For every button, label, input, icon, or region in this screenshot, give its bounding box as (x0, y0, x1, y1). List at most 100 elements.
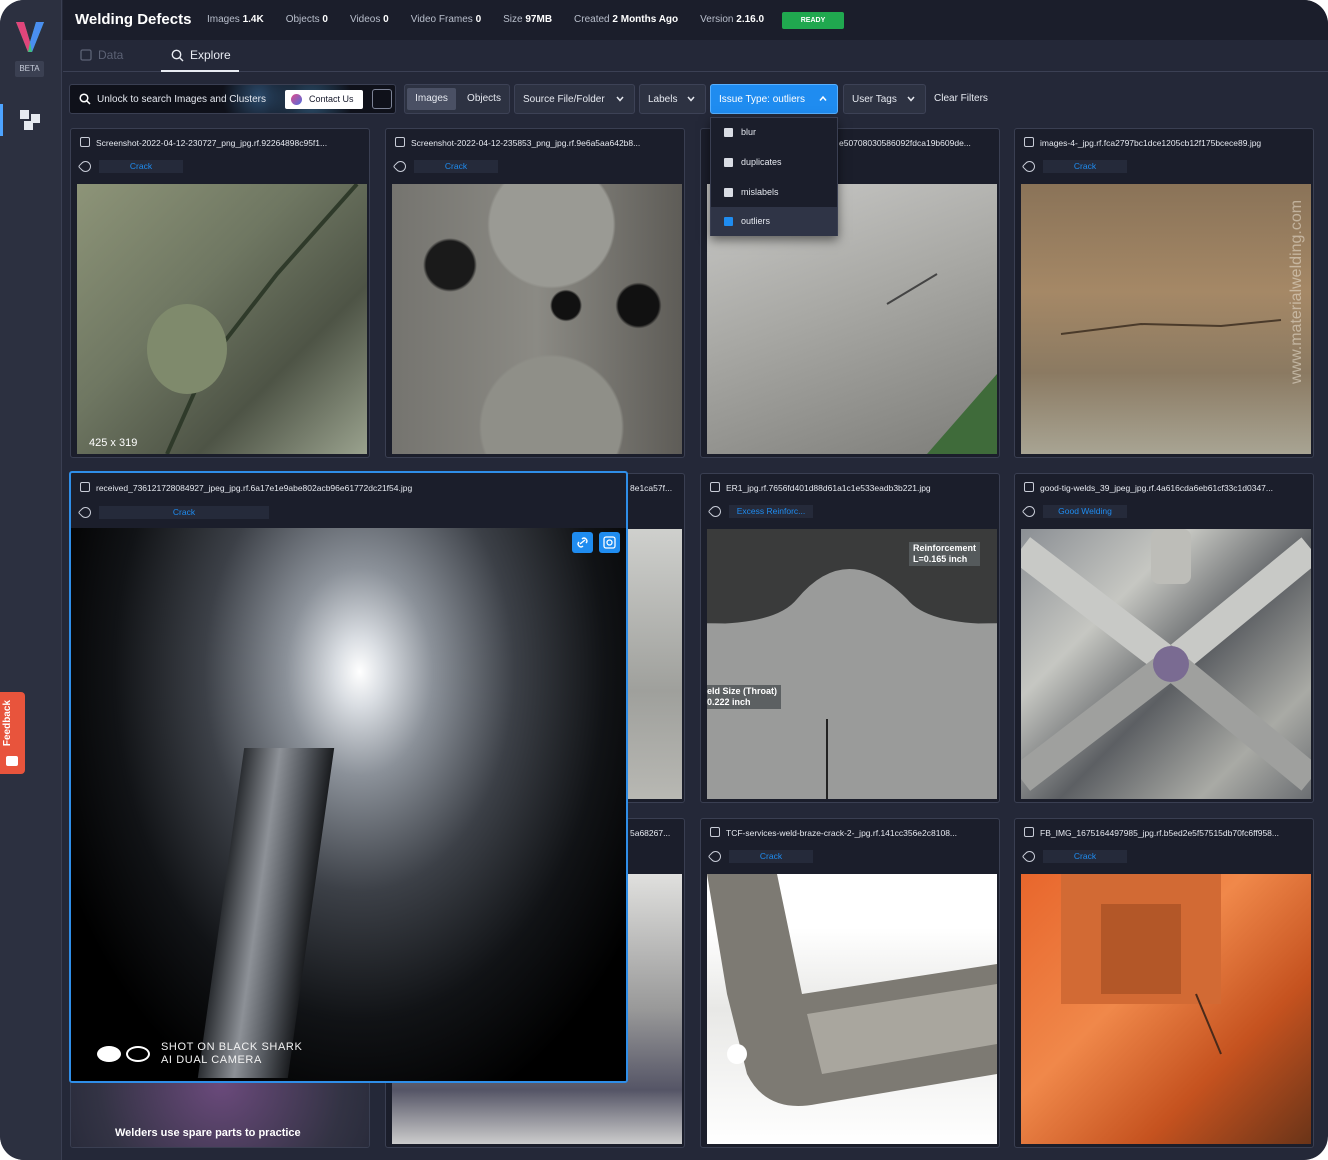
file-name: images-4-_jpg.rf.fca2797bc1dce1205cb12f1… (1040, 138, 1262, 148)
checkbox-checked[interactable] (724, 217, 733, 226)
image-card[interactable]: Screenshot-2022-04-12-230727_png_jpg.rf.… (70, 128, 370, 458)
tab-data[interactable]: Data (80, 48, 123, 62)
image-card[interactable]: FB_IMG_1675164497985_jpg.rf.b5ed2e5f5751… (1014, 818, 1314, 1148)
image-card[interactable]: Screenshot-2022-04-12-235853_png_jpg.rf.… (385, 128, 685, 458)
search-icon (79, 93, 91, 105)
datasets-icon[interactable] (18, 108, 42, 132)
camera-line-1: SHOT ON BLACK SHARK (161, 1041, 303, 1053)
chevron-up-icon (819, 95, 827, 101)
label-badge: Good Welding (1043, 505, 1127, 518)
labels-dropdown[interactable]: Labels (639, 84, 706, 114)
image-thumbnail[interactable] (392, 184, 682, 454)
tag-icon (1021, 158, 1038, 175)
file-name: TCF-services-weld-braze-crack-2-_jpg.rf.… (726, 828, 958, 838)
search-bar[interactable]: Unlock to search Images and Clusters Con… (69, 84, 396, 114)
checkbox[interactable] (724, 128, 733, 137)
image-icon (395, 137, 405, 147)
expanded-image-preview[interactable]: received_736121728084927_jpeg_jpg.rf.6a1… (69, 471, 628, 1083)
tag-icon (1021, 503, 1038, 520)
image-detail (197, 748, 335, 1078)
objects-toggle-button[interactable]: Objects (460, 88, 508, 110)
label-badge: Crack (1043, 850, 1127, 863)
menu-item-label: duplicates (741, 157, 782, 167)
annotation-throat: eld Size (Throat) 0.222 inch (707, 685, 782, 709)
entity-toggle: Images Objects (404, 84, 510, 114)
watermark-text: www.materialwelding.com (1288, 200, 1305, 385)
menu-item-outliers[interactable]: outliers (711, 207, 837, 236)
issue-type-dropdown[interactable]: Issue Type: outliers (710, 84, 838, 114)
source-folder-dropdown[interactable]: Source File/Folder (514, 84, 635, 114)
label-badge: Crack (414, 160, 498, 173)
menu-item-label: blur (741, 127, 757, 137)
dataset-stats: Images 1.4K Objects 0 Videos 0 Video Fra… (207, 14, 764, 25)
stat-created: Created 2 Months Ago (574, 14, 679, 25)
file-name: Screenshot-2022-04-12-235853_png_jpg.rf.… (411, 138, 641, 148)
menu-item-label: mislabels (741, 187, 779, 197)
chevron-down-icon (907, 96, 915, 102)
search-placeholder: Unlock to search Images and Clusters (97, 94, 266, 105)
left-nav-rail: BETA Feedback (0, 0, 62, 1160)
file-name: ER1_jpg.rf.7656fd401d88d61a1c1e533eadb3b… (726, 483, 931, 493)
label-badge: Crack (99, 506, 269, 519)
feedback-button[interactable]: Feedback (0, 692, 25, 774)
image-thumbnail[interactable]: 425 x 319 (77, 182, 367, 455)
tab-underline (161, 70, 239, 72)
camera-line-2: AI DUAL CAMERA (161, 1054, 262, 1066)
link-icon[interactable] (572, 532, 593, 553)
label-badge: Crack (729, 850, 813, 863)
user-tags-dropdown[interactable]: User Tags (843, 84, 926, 114)
image-thumbnail[interactable] (707, 874, 997, 1144)
image-card[interactable]: good-tig-welds_39_jpeg_jpg.rf.4a616cda6e… (1014, 473, 1314, 803)
image-thumbnail[interactable] (1021, 874, 1311, 1144)
image-caption: Welders use spare parts to practice (115, 1127, 301, 1139)
source-folder-label: Source File/Folder (523, 94, 605, 105)
header-bar: Welding Defects Images 1.4K Objects 0 Vi… (63, 0, 1328, 40)
feedback-icon (6, 756, 18, 766)
image-card[interactable]: images-4-_jpg.rf.fca2797bc1dce1205cb12f1… (1014, 128, 1314, 458)
issue-type-label: Issue Type: outliers (719, 94, 805, 105)
stat-objects: Objects 0 (285, 14, 328, 25)
tab-data-label: Data (98, 48, 124, 62)
image-card[interactable]: ER1_jpg.rf.7656fd401d88d61a1c1e533eadb3b… (700, 473, 1000, 803)
image-icon (1024, 827, 1034, 837)
view-tabs: Data Explore (63, 40, 1328, 72)
image-icon (1024, 137, 1034, 147)
tag-icon (392, 158, 409, 175)
tag-icon (77, 158, 94, 175)
feedback-label: Feedback (2, 700, 13, 747)
file-name: Screenshot-2022-04-12-230727_png_jpg.rf.… (96, 138, 328, 148)
clear-filters-button[interactable]: Clear Filters (934, 93, 988, 104)
tag-icon (77, 504, 94, 521)
menu-item-mislabels[interactable]: mislabels (711, 178, 837, 207)
user-tags-label: User Tags (852, 94, 897, 105)
camera-logo (97, 1046, 121, 1062)
visual-layer-logo[interactable] (14, 18, 46, 54)
tag-icon (707, 503, 724, 520)
image-card[interactable]: TCF-services-weld-braze-crack-2-_jpg.rf.… (700, 818, 1000, 1148)
camera-logo (126, 1046, 150, 1062)
similar-search-icon[interactable] (599, 532, 620, 553)
checkbox[interactable] (724, 188, 733, 197)
image-thumbnail[interactable]: Reinforcement L=0.165 inch eld Size (Thr… (707, 529, 997, 799)
file-name: FB_IMG_1675164497985_jpg.rf.b5ed2e5f5751… (1040, 828, 1279, 838)
image-thumbnail[interactable]: www.materialwelding.com (1021, 184, 1311, 454)
checkbox[interactable] (724, 158, 733, 167)
preview-image[interactable]: SHOT ON BLACK SHARK AI DUAL CAMERA (71, 528, 626, 1081)
menu-item-label: outliers (741, 216, 771, 226)
label-badge: Crack (99, 160, 183, 173)
menu-item-blur[interactable]: blur (711, 118, 837, 147)
menu-item-duplicates[interactable]: duplicates (711, 148, 837, 177)
stat-size: Size 97MB (503, 14, 553, 25)
image-search-icon[interactable] (372, 89, 392, 109)
search-icon (171, 49, 184, 61)
contact-us-button[interactable]: Contact Us (285, 90, 363, 109)
active-indicator (0, 104, 3, 136)
image-thumbnail[interactable] (1015, 529, 1313, 799)
contact-us-label: Contact Us (309, 94, 354, 104)
images-toggle-button[interactable]: Images (407, 88, 456, 110)
stat-images: Images 1.4K (207, 14, 264, 25)
file-name: received_736121728084927_jpeg_jpg.rf.6a1… (96, 483, 413, 493)
stat-videos: Videos 0 (349, 14, 389, 25)
tab-explore[interactable]: Explore (171, 48, 231, 62)
stat-version: Version 2.16.0 (700, 14, 765, 25)
